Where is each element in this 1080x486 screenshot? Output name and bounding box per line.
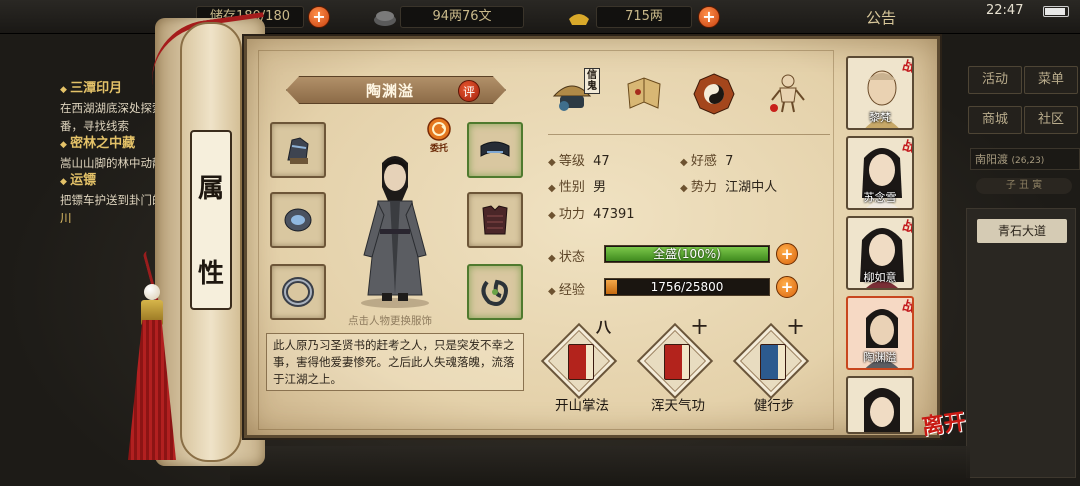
armor-icon bbox=[482, 205, 508, 235]
jade-pendant-icon bbox=[481, 279, 508, 306]
exp-plus-button[interactable]: + bbox=[776, 276, 798, 298]
skill-name: 健行步 bbox=[753, 398, 795, 414]
skill-book-icon bbox=[760, 344, 786, 380]
equip-slot-belt[interactable] bbox=[467, 122, 523, 178]
party-member-card[interactable]: 黎梵 战 bbox=[846, 56, 914, 130]
tassel-bead bbox=[144, 284, 160, 300]
bottom-action-bar bbox=[230, 446, 970, 486]
clock: 22:47 bbox=[986, 3, 1024, 18]
equip-slot-accessory[interactable] bbox=[467, 264, 523, 320]
status-plus-button[interactable]: + bbox=[776, 243, 798, 265]
stat-favor: 好感 7 bbox=[680, 150, 733, 169]
party-member-name: 黎梵 bbox=[869, 111, 891, 124]
party-member-card-selected[interactable]: 陶渊溢 战 bbox=[846, 296, 914, 370]
battery-icon bbox=[1043, 6, 1069, 17]
party-member-name: 陶渊溢 bbox=[863, 351, 897, 364]
party-member-name: 苏念雪 bbox=[863, 191, 897, 204]
character-bio: 此人原乃习圣贤书的赶考之人，只是突发不幸之事，害得他爱妻惨死。之后此人失魂落魄，… bbox=[266, 333, 524, 391]
skill-book-icon bbox=[664, 344, 690, 380]
storage-plus-button[interactable]: + bbox=[308, 6, 330, 28]
bracer-icon bbox=[284, 208, 312, 232]
menu-button[interactable]: 菜单 bbox=[1024, 66, 1078, 94]
road-button[interactable]: 青石大道 bbox=[977, 219, 1067, 243]
equip-slot-ring[interactable] bbox=[270, 264, 326, 320]
skill-slot[interactable]: 八 开山掌法 bbox=[540, 318, 618, 414]
gold-money: 715两 bbox=[596, 6, 692, 28]
skill-level: 八 bbox=[596, 318, 612, 336]
skill-level: 十 bbox=[788, 318, 804, 336]
exp-label: 经验 bbox=[548, 279, 585, 298]
scroll-title-char: 属 bbox=[197, 174, 224, 204]
community-button[interactable]: 社区 bbox=[1024, 106, 1078, 134]
road-panel: 青石大道 bbox=[966, 208, 1076, 478]
time-display: 子 丑 寅 bbox=[976, 178, 1072, 194]
credit-tag: 信鬼 bbox=[584, 68, 600, 94]
skill-name: 开山掌法 bbox=[555, 398, 609, 414]
equip-slot-gloves[interactable] bbox=[270, 122, 326, 178]
avatar bbox=[864, 388, 900, 432]
exp-bar-text: 1756/25800 bbox=[650, 280, 724, 294]
stat-power: 功力 47391 bbox=[548, 203, 635, 222]
right-side-menu: 活动 菜单 商城 社区 南阳渡 (26,23) 子 丑 寅 青石大道 bbox=[962, 60, 1080, 486]
skill-level: 十 bbox=[692, 318, 708, 336]
location-display: 南阳渡 (26,23) bbox=[970, 148, 1080, 170]
map-scroll-icon[interactable] bbox=[622, 72, 666, 116]
gold-ingot-icon bbox=[569, 14, 589, 25]
party-member-card[interactable]: 柳如意 战 bbox=[846, 216, 914, 290]
ring-icon bbox=[282, 277, 314, 307]
belt-icon bbox=[480, 141, 510, 157]
gold-plus-button[interactable]: + bbox=[698, 6, 720, 28]
exp-bar: 1756/25800 bbox=[604, 278, 770, 296]
scroll-title-char: 性 bbox=[197, 259, 224, 289]
shop-button[interactable]: 商城 bbox=[968, 106, 1022, 134]
stat-gender: 性别 男 bbox=[548, 176, 606, 195]
copper-money: 94两76文 bbox=[400, 6, 524, 28]
rate-button[interactable]: 评 bbox=[458, 80, 480, 102]
character-portrait[interactable] bbox=[350, 145, 440, 310]
equip-slot-bracer[interactable] bbox=[270, 192, 326, 248]
panel-divider bbox=[548, 134, 830, 135]
status-label: 状态 bbox=[548, 246, 585, 265]
meridian-figure-icon[interactable] bbox=[766, 72, 810, 116]
party-list: 黎梵 战 苏念雪 战 柳如意 战 陶渊溢 战 bbox=[846, 50, 914, 440]
character-name: 陶渊溢 bbox=[365, 82, 414, 100]
party-member-card[interactable] bbox=[846, 376, 914, 434]
change-outfit-hint: 点击人物更换服饰 bbox=[348, 315, 432, 327]
bagua-icon[interactable] bbox=[692, 72, 736, 116]
stat-faction: 势力 江湖中人 bbox=[680, 176, 777, 195]
leave-button[interactable]: 离开 bbox=[919, 403, 974, 450]
party-member-card[interactable]: 苏念雪 战 bbox=[846, 136, 914, 210]
skill-slot[interactable]: 十 浑天气功 bbox=[636, 318, 714, 414]
copper-coin-icon bbox=[374, 11, 396, 26]
skill-book-icon bbox=[568, 344, 594, 380]
status-bar-text: 全盛(100%) bbox=[653, 247, 721, 261]
equip-slot-armor[interactable] bbox=[467, 192, 523, 248]
announcement-button[interactable]: 公告 bbox=[866, 7, 896, 28]
skill-name: 浑天气功 bbox=[651, 398, 705, 414]
skill-slot[interactable]: 十 健行步 bbox=[732, 318, 810, 414]
activity-button[interactable]: 活动 bbox=[968, 66, 1022, 94]
status-bar: 全盛(100%) bbox=[604, 245, 770, 263]
stat-level: 等级 47 bbox=[548, 150, 610, 169]
scroll-title-card: 属 性 bbox=[190, 130, 232, 310]
party-member-name: 柳如意 bbox=[863, 271, 897, 284]
gauntlet-icon bbox=[287, 137, 309, 164]
